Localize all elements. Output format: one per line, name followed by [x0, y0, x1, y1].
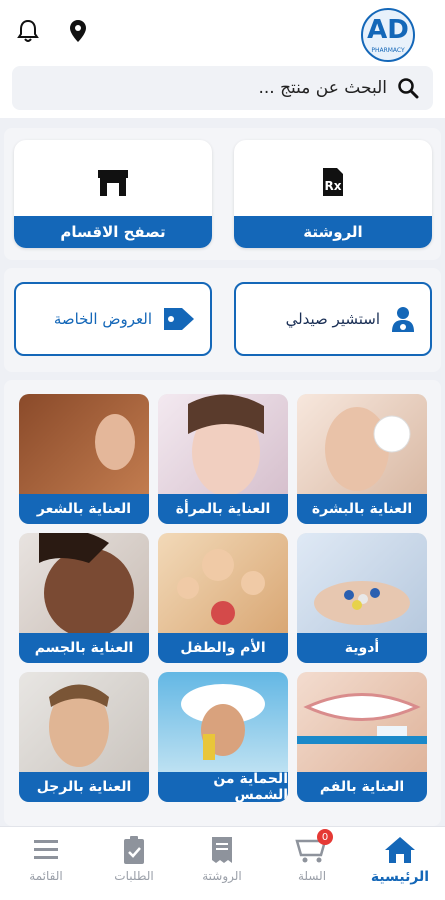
category-tile[interactable]: العناية بالبشرة: [297, 394, 427, 524]
consult-pharmacist-button[interactable]: استشير صيدلي: [234, 282, 432, 356]
special-offers-label: العروض الخاصة: [53, 310, 152, 328]
nav-menu[interactable]: القائمة: [6, 835, 86, 895]
nav-home[interactable]: الرئيسية: [360, 835, 440, 895]
browse-categories-card[interactable]: تصفح الاقسام: [14, 140, 212, 248]
store-icon: [96, 166, 130, 202]
cart-badge: 0: [317, 829, 333, 845]
category-tile[interactable]: العناية بالمرأة: [158, 394, 288, 524]
consult-pharmacist-label: استشير صيدلي: [285, 310, 380, 328]
nav-menu-label: القائمة: [29, 869, 63, 883]
category-label: أدوية: [297, 633, 427, 663]
search-icon: [398, 78, 419, 99]
clipboard-check-icon: [124, 836, 144, 864]
category-label: العناية بالجسم: [19, 633, 149, 663]
location-pin-icon[interactable]: [64, 17, 92, 45]
nav-home-label: الرئيسية: [370, 869, 430, 885]
search-bar[interactable]: البحث عن منتج ...: [12, 66, 433, 110]
category-label: العناية بالفم: [297, 772, 427, 802]
browse-categories-label: تصفح الاقسام: [14, 216, 212, 248]
medicines-image: [297, 533, 427, 633]
svg-text:PHARMACY: PHARMACY: [371, 47, 405, 54]
category-tile[interactable]: الحماية من الشمس: [158, 672, 288, 802]
hair-care-image: [19, 394, 149, 494]
ad-pharmacy-logo: AD PHARMACY: [357, 4, 419, 62]
category-tile[interactable]: العناية بالرجل: [19, 672, 149, 802]
category-label: العناية بالشعر: [19, 494, 149, 524]
prescription-label: الروشتة: [234, 216, 432, 248]
tag-icon: [164, 308, 194, 330]
sun-protection-image: [158, 672, 288, 772]
prescription-card[interactable]: Rx الروشتة: [234, 140, 432, 248]
prescription-icon: Rx: [319, 166, 347, 202]
category-tile[interactable]: الأم والطفل: [158, 533, 288, 663]
category-tile[interactable]: أدوية: [297, 533, 427, 663]
skin-care-image: [297, 394, 427, 494]
bottom-navigation: الرئيسية 0 السلة الروشتة الطلبات القائمة: [0, 826, 445, 900]
category-label: الحماية من الشمس: [158, 771, 288, 802]
women-care-image: [158, 394, 288, 496]
nav-cart-label: السلة: [297, 869, 327, 883]
men-care-image: [19, 672, 149, 772]
nav-prescription-label: الروشتة: [202, 869, 242, 883]
menu-icon: [34, 840, 58, 859]
oral-care-image: [297, 672, 427, 772]
svg-text:Rx: Rx: [325, 179, 342, 193]
category-tile[interactable]: العناية بالفم: [297, 672, 427, 802]
home-icon: [385, 837, 415, 863]
category-label: العناية بالمرأة: [158, 494, 288, 524]
nav-cart[interactable]: 0 السلة: [272, 829, 352, 895]
category-label: العناية بالبشرة: [297, 494, 427, 524]
nav-orders[interactable]: الطلبات: [94, 835, 174, 895]
svg-text:AD: AD: [367, 15, 409, 45]
category-label: العناية بالرجل: [19, 772, 149, 802]
body-care-image: [19, 533, 149, 638]
top-bar: AD PHARMACY البحث عن منتج ...: [0, 0, 445, 118]
category-tile[interactable]: العناية بالشعر: [19, 394, 149, 524]
category-tile[interactable]: العناية بالجسم: [19, 533, 149, 663]
receipt-icon: [212, 837, 232, 863]
category-label: الأم والطفل: [158, 633, 288, 663]
bell-icon[interactable]: [14, 17, 42, 45]
pharmacist-icon: [392, 307, 414, 332]
search-placeholder: البحث عن منتج ...: [258, 78, 387, 98]
nav-orders-label: الطلبات: [114, 869, 154, 883]
nav-prescription[interactable]: الروشتة: [182, 835, 262, 895]
special-offers-button[interactable]: العروض الخاصة: [14, 282, 212, 356]
mother-baby-image: [158, 533, 288, 633]
